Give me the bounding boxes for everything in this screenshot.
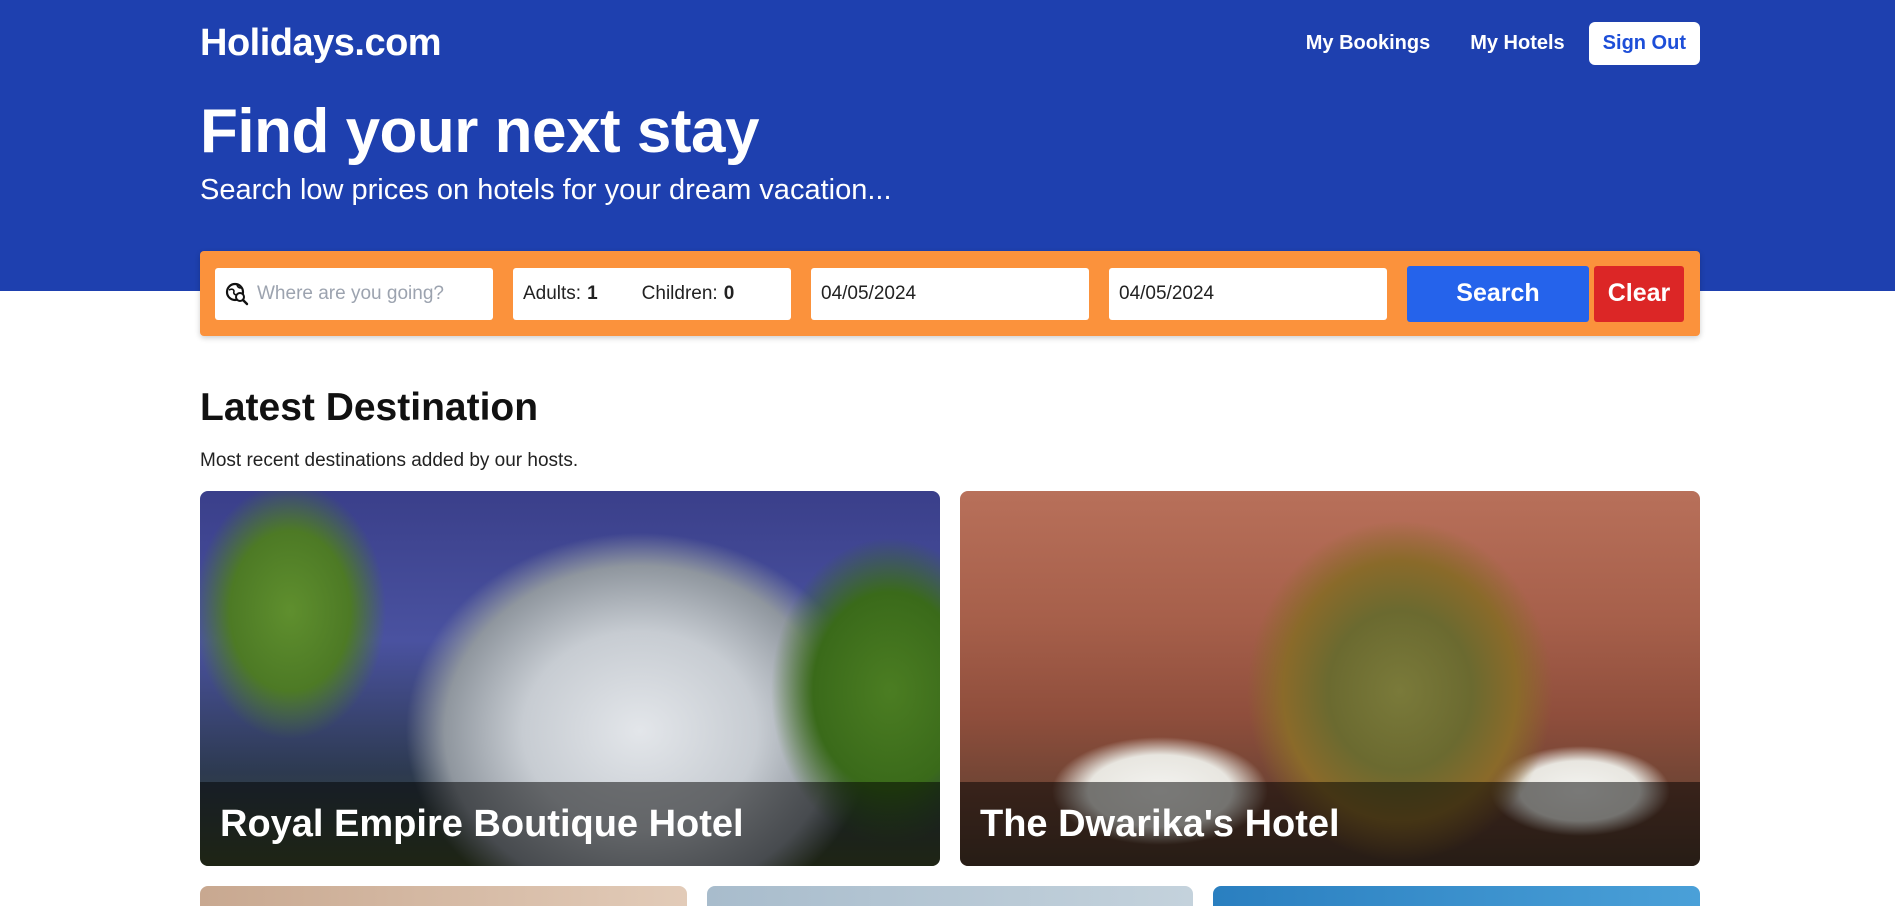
latest-destination-title: Latest Destination — [200, 386, 539, 429]
latest-destination-subtitle: Most recent destinations added by our ho… — [200, 450, 579, 471]
destination-card[interactable]: Royal Empire Boutique Hotel — [200, 491, 940, 866]
hotel-name: The Dwarika's Hotel — [980, 802, 1340, 845]
site-logo[interactable]: Holidays.com — [200, 22, 442, 65]
children-label: Children: — [641, 282, 718, 304]
more-destination-cards — [200, 886, 1701, 906]
destination-field — [215, 267, 493, 320]
destination-cards: Royal Empire Boutique Hotel The Dwarika'… — [200, 491, 1700, 866]
destination-card[interactable]: The Dwarika's Hotel — [960, 491, 1700, 866]
destination-card-partial[interactable] — [1213, 886, 1701, 906]
card-caption: Royal Empire Boutique Hotel — [200, 782, 940, 866]
hero-subtitle: Search low prices on hotels for your dre… — [200, 174, 892, 206]
check-out-date-input[interactable] — [1119, 282, 1377, 305]
adults-label: Adults: — [523, 282, 582, 304]
card-caption: The Dwarika's Hotel — [960, 782, 1700, 866]
children-value: 0 — [723, 282, 735, 304]
adults-count[interactable]: Adults: 1 — [523, 283, 598, 305]
clear-button[interactable]: Clear — [1594, 265, 1684, 322]
my-bookings-link[interactable]: My Bookings — [1286, 32, 1450, 55]
destination-card-partial[interactable] — [706, 886, 1194, 906]
destination-input[interactable] — [257, 282, 477, 305]
hotel-name: Royal Empire Boutique Hotel — [220, 802, 744, 845]
globe-search-icon — [225, 282, 249, 306]
search-bar: Adults: 1 Children: 0 Search Clear — [200, 251, 1700, 336]
sign-out-button[interactable]: Sign Out — [1588, 21, 1700, 65]
top-navigation: Holidays.com My Bookings My Hotels Sign … — [200, 18, 1700, 68]
destination-card-partial[interactable] — [200, 886, 687, 906]
search-button[interactable]: Search — [1407, 265, 1589, 322]
check-out-field — [1109, 267, 1387, 320]
guest-count-field[interactable]: Adults: 1 Children: 0 — [513, 267, 791, 320]
nav-links: My Bookings My Hotels Sign Out — [1286, 21, 1700, 65]
check-in-field — [811, 267, 1089, 320]
check-in-date-input[interactable] — [821, 282, 1079, 305]
my-hotels-link[interactable]: My Hotels — [1450, 32, 1584, 55]
children-count[interactable]: Children: 0 — [642, 283, 735, 305]
adults-value: 1 — [587, 282, 598, 304]
hero-title: Find your next stay — [200, 97, 759, 166]
